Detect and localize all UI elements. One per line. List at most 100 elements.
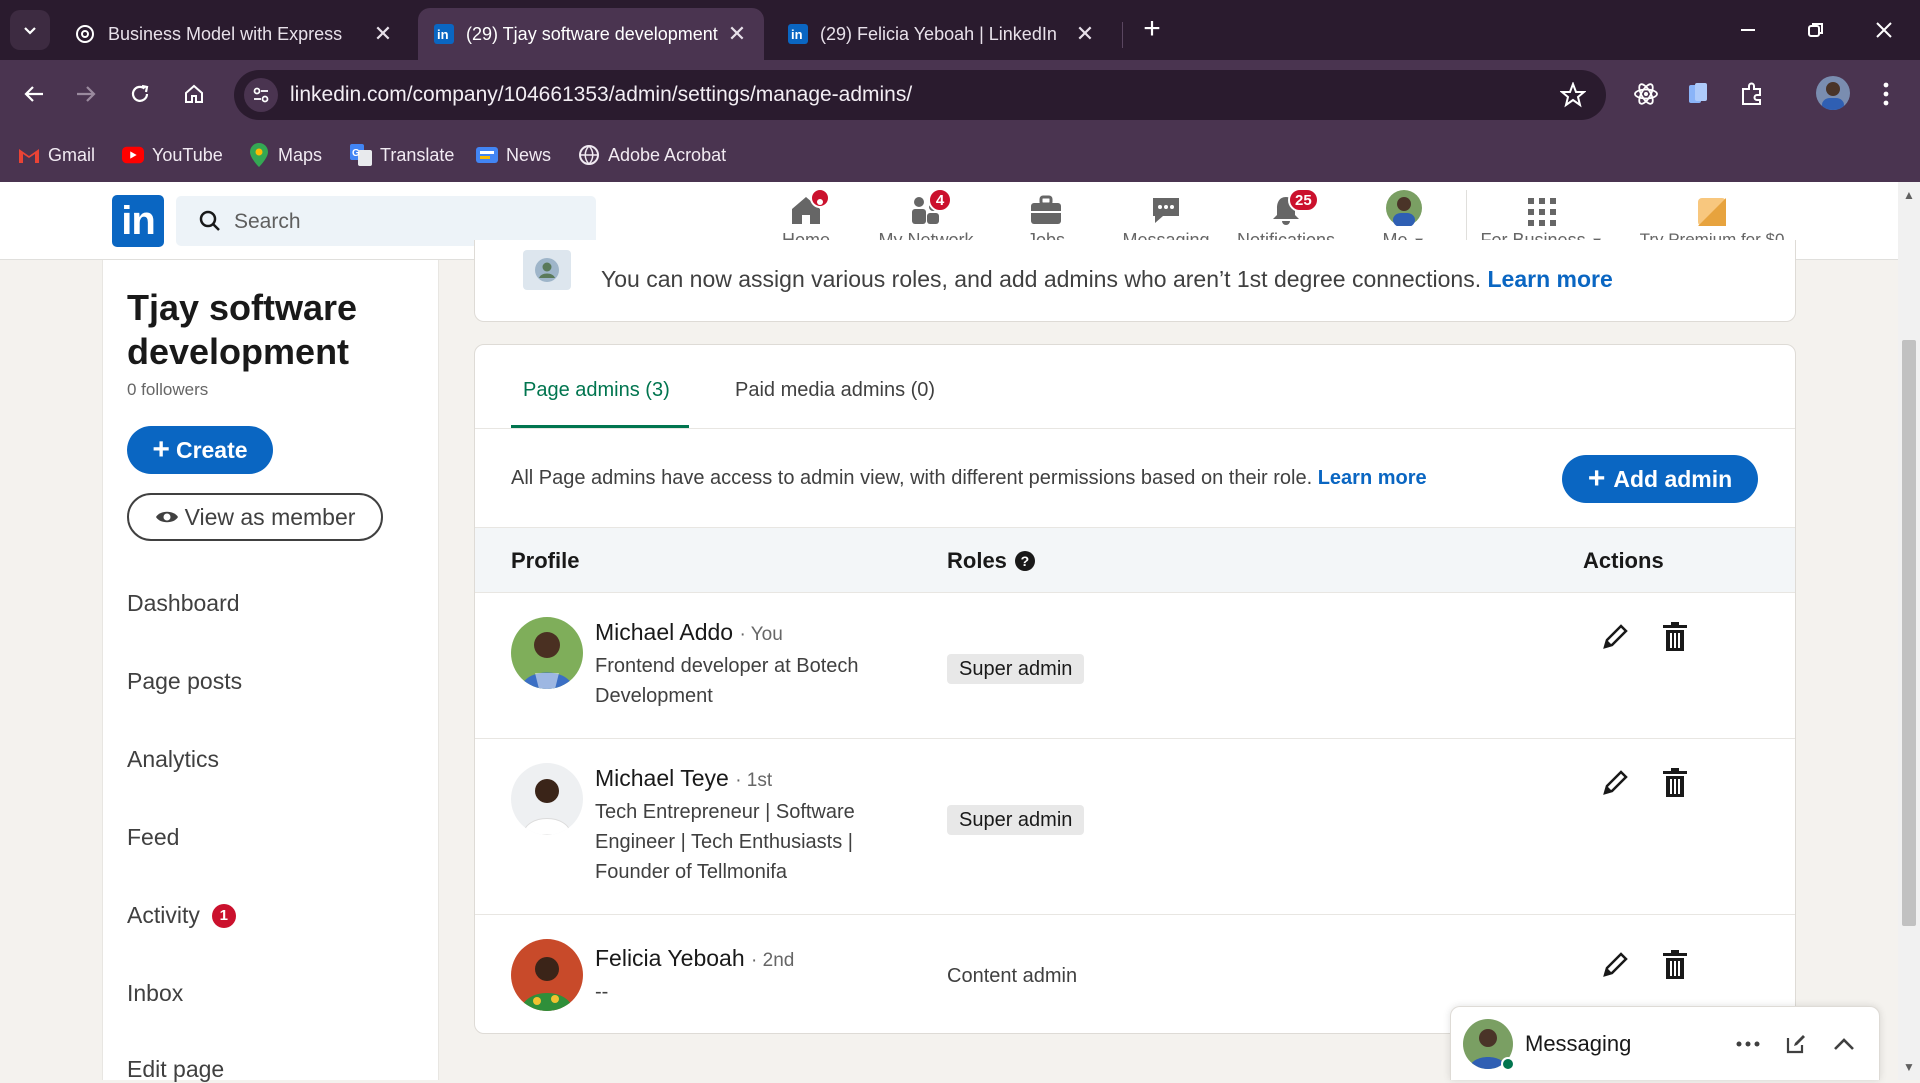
minimize-button[interactable] [1728, 10, 1768, 50]
close-icon[interactable]: ✕ [372, 21, 394, 47]
linkedin-icon: in [788, 24, 808, 44]
sidebar-item-activity[interactable]: Activity 1 [127, 902, 236, 929]
add-admin-button[interactable]: + Add admin [1562, 455, 1758, 503]
column-header-actions: Actions [1583, 548, 1664, 573]
create-button[interactable]: + Create [127, 426, 273, 474]
reload-button[interactable] [120, 74, 160, 114]
more-vert-icon[interactable] [1870, 78, 1902, 110]
sidebar-item-feed[interactable]: Feed [127, 824, 179, 851]
chevron-up-icon[interactable] [1829, 1029, 1859, 1059]
browser-tab-felicia[interactable]: in (29) Felicia Yeboah | LinkedIn ✕ [772, 8, 1112, 60]
plus-icon: + [152, 433, 170, 466]
bookmark-news[interactable]: News [476, 142, 551, 168]
address-bar[interactable]: linkedin.com/company/104661353/admin/set… [234, 70, 1606, 120]
close-icon[interactable]: ✕ [726, 21, 748, 47]
edit-button[interactable] [1597, 619, 1633, 655]
sidebar-item-page-posts[interactable]: Page posts [127, 668, 242, 695]
admin-name[interactable]: Michael Teye · 1st [595, 765, 772, 792]
sidebar-item-inbox[interactable]: Inbox [127, 980, 183, 1007]
trash-icon [1663, 622, 1687, 651]
role-badge: Super admin [947, 805, 1085, 835]
svg-text:in: in [437, 27, 449, 42]
bookmark-adobe-acrobat[interactable]: Adobe Acrobat [578, 142, 726, 168]
admin-row: Michael Addo · You Frontend developer at… [475, 593, 1795, 739]
avatar[interactable] [511, 939, 583, 1011]
bell-icon: 25 [1234, 188, 1338, 226]
notice-message: You can now assign various roles, and ad… [601, 266, 1482, 292]
linkedin-logo[interactable]: in [112, 195, 164, 247]
restore-button[interactable] [1796, 10, 1836, 50]
add-admin-label: Add admin [1613, 465, 1733, 492]
page-scrollbar[interactable]: ▲ ▼ [1898, 182, 1920, 1080]
avatar[interactable] [511, 617, 583, 689]
network-badge: 4 [928, 188, 952, 212]
help-icon[interactable]: ? [1014, 551, 1035, 571]
avatar[interactable] [511, 763, 583, 835]
delete-button[interactable] [1657, 947, 1693, 983]
admin-name[interactable]: Felicia Yeboah · 2nd [595, 945, 794, 972]
bookmark-youtube[interactable]: YouTube [122, 142, 223, 168]
profile-avatar[interactable] [1816, 76, 1850, 110]
tune-icon [253, 87, 269, 103]
browser-tab-business-model[interactable]: Business Model with Express ✕ [58, 8, 410, 60]
bookmark-gmail[interactable]: Gmail [18, 142, 95, 168]
view-as-member-button[interactable]: View as member [127, 493, 383, 541]
network-icon: 4 [876, 188, 976, 226]
sidebar-item-analytics[interactable]: Analytics [127, 746, 219, 773]
reload-icon [131, 84, 149, 102]
chevron-down-icon [24, 27, 36, 35]
admin-name[interactable]: Michael Addo · You [595, 619, 783, 646]
tab-page-admins[interactable]: Page admins (3) [523, 379, 670, 402]
close-icon [1876, 22, 1892, 38]
extensions-puzzle-icon[interactable] [1736, 78, 1768, 110]
close-icon[interactable]: ✕ [1074, 21, 1096, 47]
pencil-icon [1603, 624, 1628, 649]
edit-button[interactable] [1597, 947, 1633, 983]
svg-text:G: G [352, 148, 360, 159]
tab-search-button[interactable] [10, 10, 50, 50]
sidebar-item-edit-page[interactable]: Edit page [127, 1056, 224, 1083]
close-window-button[interactable] [1864, 10, 1904, 50]
delete-button[interactable] [1657, 765, 1693, 801]
search-placeholder: Search [234, 210, 301, 233]
new-tab-button[interactable]: + [1136, 14, 1168, 46]
bookmark-translate[interactable]: G Translate [350, 142, 454, 168]
extension-react-icon[interactable] [1630, 78, 1662, 110]
bookmarks-bar: Gmail YouTube Maps G Translate News Adob… [0, 128, 1920, 182]
tab-paid-media-admins[interactable]: Paid media admins (0) [735, 379, 935, 402]
maps-icon [248, 143, 270, 167]
browser-tab-tjay[interactable]: in (29) Tjay software development ✕ [418, 8, 764, 60]
admin-headline: Tech Entrepreneur | Software Engineer | … [595, 801, 855, 883]
scroll-down-arrow-icon[interactable]: ▼ [1902, 1060, 1916, 1074]
bookmark-label: YouTube [152, 144, 223, 165]
bookmark-star-icon[interactable] [1559, 81, 1587, 113]
back-button[interactable] [14, 74, 54, 114]
more-horizontal-icon[interactable] [1733, 1029, 1763, 1059]
active-tab-indicator [511, 425, 689, 428]
scroll-up-arrow-icon[interactable]: ▲ [1902, 188, 1916, 202]
scrollbar-thumb[interactable] [1902, 340, 1916, 926]
grid-icon [1480, 188, 1604, 226]
search-input[interactable]: Search [176, 196, 596, 246]
role-badge: Super admin [947, 654, 1085, 684]
compose-icon[interactable] [1781, 1029, 1811, 1059]
bookmark-label: Adobe Acrobat [608, 144, 727, 165]
messaging-overlay[interactable]: Messaging [1450, 1006, 1880, 1080]
home-button[interactable] [174, 74, 214, 114]
site-info-button[interactable] [244, 78, 278, 112]
translate-icon: G [350, 144, 372, 166]
admin-row: Michael Teye · 1st Tech Entrepreneur | S… [475, 739, 1795, 915]
sidebar-item-dashboard[interactable]: Dashboard [127, 590, 240, 617]
forward-button[interactable] [66, 74, 106, 114]
bookmark-maps[interactable]: Maps [248, 142, 322, 168]
minimize-icon [1741, 29, 1755, 31]
extension-docs-icon[interactable] [1682, 78, 1714, 110]
delete-button[interactable] [1657, 619, 1693, 655]
openai-icon [76, 25, 94, 43]
trash-icon [1663, 768, 1687, 797]
view-as-member-label: View as member [184, 503, 356, 530]
edit-button[interactable] [1597, 765, 1633, 801]
column-header-profile: Profile [511, 548, 580, 573]
notice-learn-more-link[interactable]: Learn more [1487, 266, 1612, 292]
admins-learn-more-link[interactable]: Learn more [1318, 467, 1427, 489]
